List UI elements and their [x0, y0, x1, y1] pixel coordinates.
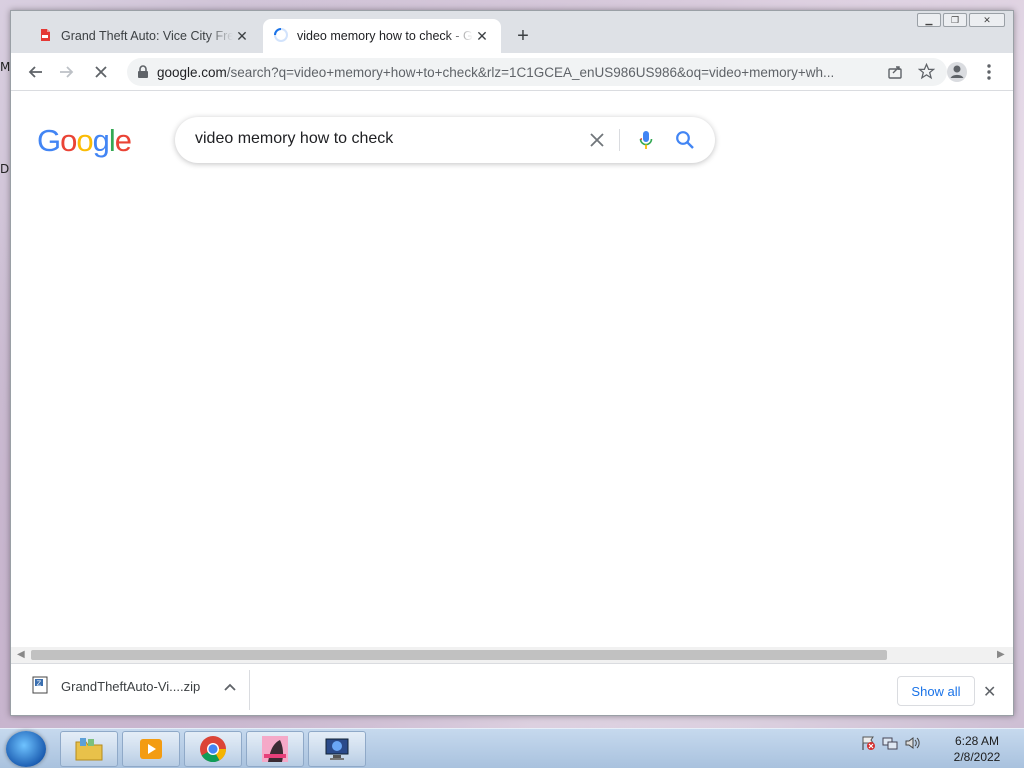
media-player-icon[interactable]	[122, 731, 180, 767]
close-icon[interactable]: ✕	[983, 682, 996, 702]
forward-arrow-icon[interactable]	[53, 58, 81, 86]
system-tray	[860, 735, 920, 756]
taskbar: 6:28 AM 2/8/2022	[0, 728, 1024, 768]
volume-icon[interactable]	[904, 735, 920, 756]
svg-text:Z: Z	[37, 680, 42, 688]
browser-window: Grand Theft Auto: Vice City Free Downloa…	[10, 10, 1014, 716]
desktop-label-fragment: D	[0, 162, 10, 176]
back-arrow-icon[interactable]	[21, 58, 49, 86]
scrollbar-thumb[interactable]	[31, 650, 887, 660]
window-controls: ▁ ❐ ✕	[917, 13, 1005, 27]
url-text[interactable]: google.com/search?q=video+memory+how+to+…	[157, 65, 863, 80]
restore-button[interactable]: ❐	[943, 13, 967, 27]
divider	[249, 670, 250, 710]
share-icon[interactable]	[887, 64, 903, 85]
mic-icon[interactable]	[634, 128, 658, 152]
search-icon[interactable]	[673, 128, 697, 152]
lock-icon[interactable]	[137, 65, 149, 84]
stop-icon[interactable]	[87, 58, 115, 86]
clear-icon[interactable]	[585, 128, 609, 152]
tab-google-search[interactable]: video memory how to check - Google Searc…	[263, 19, 501, 53]
kebab-menu-icon[interactable]	[975, 58, 1003, 86]
divider	[619, 129, 620, 151]
search-input[interactable]	[195, 130, 575, 148]
chrome-icon[interactable]	[184, 731, 242, 767]
profile-icon[interactable]	[943, 58, 971, 86]
scroll-left-arrow[interactable]: ◀	[17, 649, 25, 660]
google-logo[interactable]: Google	[37, 123, 132, 159]
close-icon[interactable]: ✕	[233, 27, 251, 45]
clock-time: 6:28 AM	[954, 734, 1000, 748]
close-window-button[interactable]: ✕	[969, 13, 1005, 27]
pdf-icon	[37, 27, 53, 46]
horizontal-scrollbar[interactable]: ◀ ▶	[11, 647, 1013, 663]
tab-title: Grand Theft Auto: Vice City Free Downloa…	[61, 29, 233, 43]
download-bar: Z GrandTheftAuto-Vi....zip Show all ✕	[11, 663, 1013, 715]
download-filename: GrandTheftAuto-Vi....zip	[61, 679, 201, 694]
minimize-button[interactable]: ▁	[917, 13, 941, 27]
browser-toolbar: google.com/search?q=video+memory+how+to+…	[11, 53, 1013, 91]
explorer-icon[interactable]	[60, 731, 118, 767]
chevron-up-icon[interactable]	[224, 679, 236, 694]
desktop-label-fragment: M	[0, 60, 11, 74]
search-box[interactable]	[175, 117, 715, 163]
plus-icon[interactable]: +	[511, 24, 535, 48]
clock[interactable]: 6:28 AM 2/8/2022	[936, 733, 1018, 765]
scroll-right-arrow[interactable]: ▶	[997, 649, 1005, 660]
network-icon[interactable]	[882, 735, 898, 756]
start-orb-icon[interactable]	[6, 731, 46, 767]
loading-spinner-icon	[273, 27, 289, 46]
page-content: Google	[11, 91, 1013, 647]
address-bar[interactable]: google.com/search?q=video+memory+how+to+…	[127, 58, 947, 86]
game-icon[interactable]	[246, 731, 304, 767]
tab-strip: Grand Theft Auto: Vice City Free Downloa…	[11, 11, 1013, 53]
show-all-button[interactable]: Show all	[897, 676, 975, 706]
clock-date: 2/8/2022	[953, 750, 1001, 764]
download-item[interactable]: Z GrandTheftAuto-Vi....zip	[31, 676, 236, 697]
close-icon[interactable]: ✕	[473, 27, 491, 45]
flag-icon[interactable]	[860, 735, 876, 756]
tab-gta-vice-city[interactable]: Grand Theft Auto: Vice City Free Downloa…	[27, 19, 261, 53]
tab-title: video memory how to check - Google Searc…	[297, 29, 473, 43]
zip-file-icon: Z	[31, 676, 49, 697]
star-icon[interactable]	[917, 62, 936, 85]
app-icon[interactable]	[308, 731, 366, 767]
